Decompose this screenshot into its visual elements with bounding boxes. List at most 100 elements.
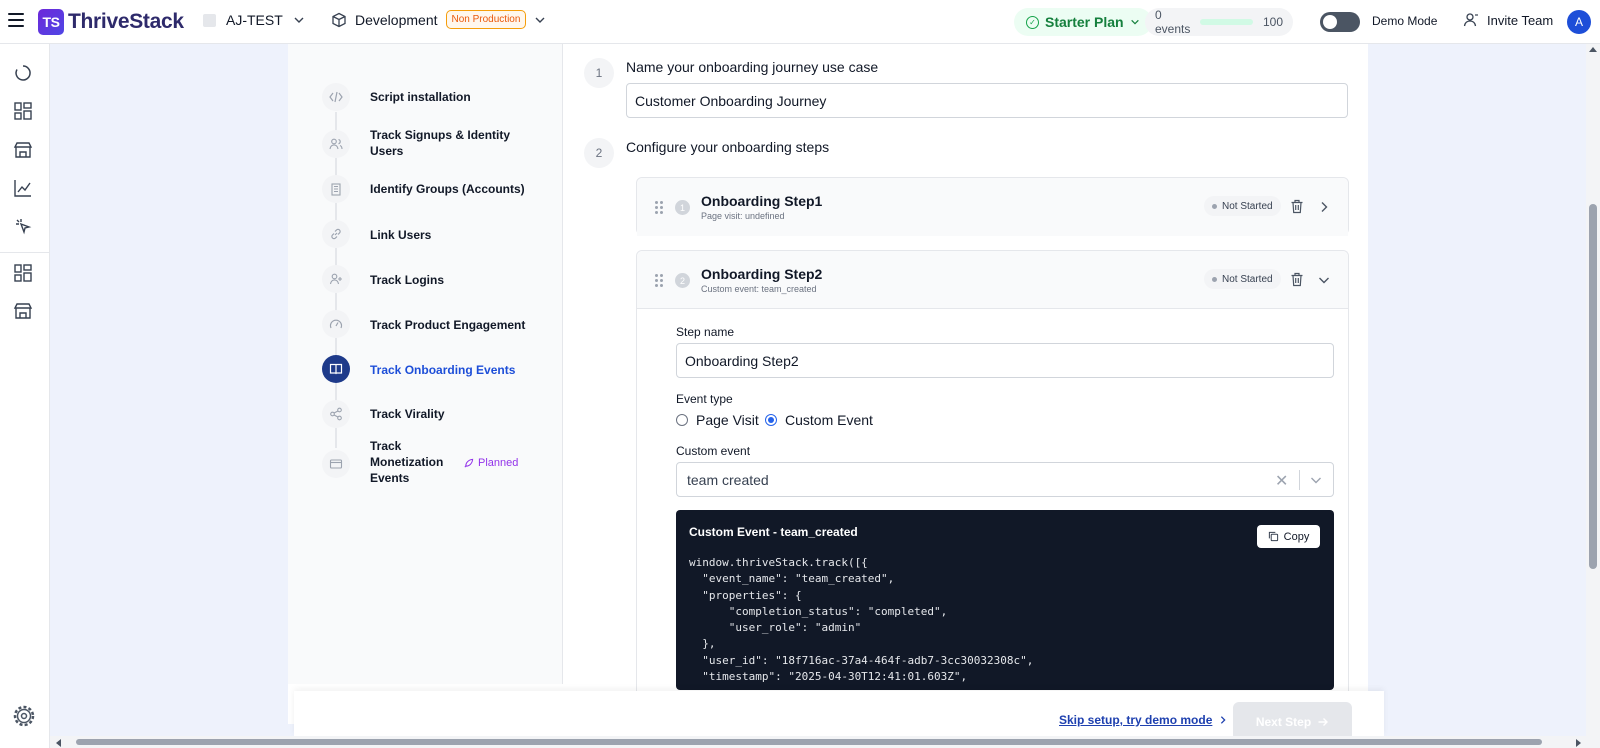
demo-mode-label: Demo Mode <box>1372 14 1438 28</box>
events-count: 0 events <box>1155 8 1191 36</box>
onboarding-step-card[interactable]: 1 Onboarding Step1 Page visit: undefined… <box>636 177 1349 236</box>
store-icon[interactable] <box>12 139 34 161</box>
logo-mark: TS <box>38 9 64 35</box>
book-icon[interactable] <box>322 355 350 383</box>
step-title: Onboarding Step1 <box>701 193 823 209</box>
users-icon[interactable] <box>322 130 350 158</box>
section-title-configure-steps: Configure your onboarding steps <box>626 139 830 155</box>
scroll-right-arrow[interactable] <box>1576 739 1581 747</box>
logo[interactable]: TS ThriveStack <box>38 9 184 35</box>
nav-item-identify-groups[interactable]: Identify Groups (Accounts) <box>370 181 525 197</box>
chart-icon[interactable] <box>12 177 34 199</box>
custom-event-value: team created <box>687 472 769 488</box>
step-name-label: Step name <box>676 325 735 339</box>
nav-item-track-onboarding-events[interactable]: Track Onboarding Events <box>370 362 515 378</box>
logo-text: ThriveStack <box>68 10 184 33</box>
nav-connector <box>335 112 337 132</box>
event-type-label: Event type <box>676 392 733 406</box>
radio-custom-event[interactable]: Custom Event <box>765 412 873 428</box>
nav-item-link-users[interactable]: Link Users <box>370 227 431 243</box>
copy-button[interactable]: Copy <box>1257 525 1320 548</box>
environment-selector[interactable]: Development Non Production <box>331 10 546 29</box>
rocket-icon <box>464 458 474 468</box>
org-selector[interactable]: AJ-TEST <box>203 12 305 28</box>
menu-icon[interactable] <box>8 13 24 27</box>
nav-item-script-installation[interactable]: Script installation <box>370 89 471 105</box>
chevron-right-icon[interactable] <box>1317 200 1331 214</box>
demo-mode-toggle[interactable] <box>1320 12 1360 32</box>
trash-icon[interactable] <box>1290 272 1304 287</box>
step-name-input[interactable]: Onboarding Step2 <box>676 343 1334 378</box>
step-subtitle: Custom event: team_created <box>701 284 817 294</box>
status-dot <box>1212 276 1217 282</box>
planned-badge: Planned <box>463 457 518 469</box>
nav-item-track-monetization[interactable]: Track Monetization Events <box>370 438 445 486</box>
settings-gear-icon[interactable] <box>10 702 38 730</box>
box-icon <box>332 12 346 27</box>
copy-label: Copy <box>1283 530 1310 543</box>
drag-handle-icon[interactable] <box>655 201 663 214</box>
invite-team-button[interactable]: Invite Team <box>1463 12 1553 28</box>
nav-connector <box>335 428 337 448</box>
nav-item-track-virality[interactable]: Track Virality <box>370 406 445 422</box>
nav-item-track-logins[interactable]: Track Logins <box>370 272 444 288</box>
status-badge: Not Started <box>1204 196 1281 216</box>
top-bar: TS ThriveStack AJ-TEST Development Non P… <box>0 0 1600 44</box>
dashboard-icon-secondary[interactable] <box>12 262 34 284</box>
next-step-label: Next Step <box>1255 714 1312 729</box>
nav-item-track-signups[interactable]: Track Signups & Identity Users <box>370 127 520 159</box>
drag-handle-icon[interactable] <box>655 274 663 287</box>
code-icon[interactable] <box>322 83 350 111</box>
select-separator <box>1299 470 1300 490</box>
radio-page-visit[interactable]: Page Visit <box>676 412 759 428</box>
status-dot <box>1212 203 1217 209</box>
radio-circle-selected[interactable] <box>765 414 777 426</box>
store-icon-secondary[interactable] <box>12 300 34 322</box>
loading-icon[interactable] <box>12 62 34 84</box>
skip-setup-link[interactable]: Skip setup, try demo mode <box>1059 713 1228 727</box>
nav-item-track-product-engagement[interactable]: Track Product Engagement <box>370 317 525 333</box>
custom-event-label: Custom event <box>676 444 751 458</box>
events-usage: 0 events 100 <box>1145 8 1293 36</box>
chevron-down-icon <box>535 17 545 23</box>
user-icon <box>1463 13 1478 27</box>
dashboard-icon[interactable] <box>12 100 34 122</box>
vertical-scroll-thumb[interactable] <box>1589 204 1597 569</box>
radio-label: Custom Event <box>785 412 873 428</box>
step-title: Onboarding Step2 <box>701 266 823 282</box>
horizontal-scroll-thumb[interactable] <box>76 739 1542 745</box>
horizontal-scrollbar[interactable] <box>50 736 1600 748</box>
custom-event-select[interactable]: team created ✕ <box>676 462 1334 497</box>
building-icon[interactable] <box>322 175 350 203</box>
user-plus-icon[interactable] <box>322 265 350 293</box>
trash-icon[interactable] <box>1290 199 1304 214</box>
nav-connector <box>335 383 337 401</box>
chevron-down-icon[interactable] <box>1309 473 1323 487</box>
clear-icon[interactable]: ✕ <box>1275 471 1288 491</box>
plan-badge[interactable]: ✓ Starter Plan <box>1014 8 1152 36</box>
step-number-badge: 1 <box>675 200 690 215</box>
card-icon[interactable] <box>322 450 350 478</box>
radio-circle[interactable] <box>676 414 688 426</box>
journey-name-input[interactable]: Customer Onboarding Journey <box>626 83 1348 118</box>
chevron-down-icon <box>294 17 304 23</box>
scroll-left-arrow[interactable] <box>56 739 61 747</box>
avatar[interactable]: A <box>1567 10 1591 34</box>
chevron-right-icon <box>1221 716 1226 724</box>
section-number-2: 2 <box>584 138 614 168</box>
share-icon[interactable] <box>322 400 350 428</box>
environment-badge: Non Production <box>445 10 527 29</box>
invite-team-label: Invite Team <box>1487 12 1554 28</box>
events-progress-bar <box>1200 19 1253 25</box>
environment-name: Development <box>355 11 438 28</box>
gauge-icon[interactable] <box>322 310 350 338</box>
scroll-up-arrow[interactable] <box>1589 47 1597 52</box>
vertical-scrollbar[interactable] <box>1586 44 1600 736</box>
cursor-click-icon[interactable] <box>12 215 34 237</box>
chevron-down-icon[interactable] <box>1317 273 1331 287</box>
code-title: Custom Event - team_created <box>689 525 858 539</box>
link-icon[interactable] <box>322 220 350 248</box>
nav-connector <box>335 203 337 221</box>
step-number-badge: 2 <box>675 273 690 288</box>
chevron-down-icon <box>1130 19 1139 25</box>
